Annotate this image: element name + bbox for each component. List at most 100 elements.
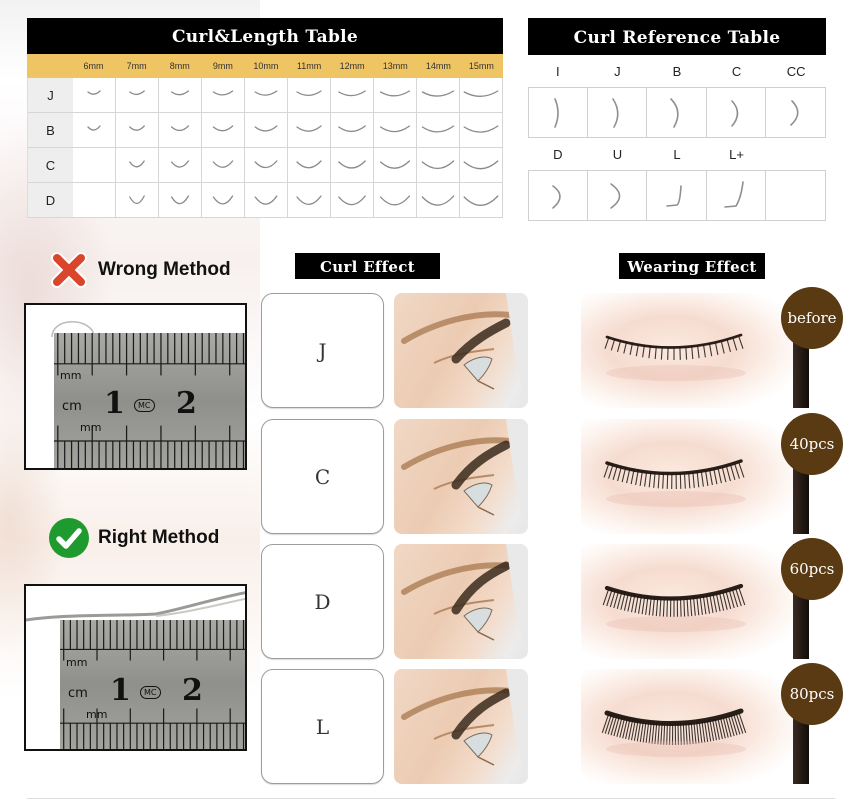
eye-profile-illustration [401, 669, 528, 784]
curl-row-label: C [28, 148, 73, 183]
curl-length-table: Curl&Length Table 6mm 7mm 8mm 9mm 10mm 1… [27, 18, 503, 218]
lash-curve-icon [212, 195, 234, 205]
side-eye-photo [394, 293, 528, 408]
curl-reference-table: Curl Reference Table I J B C CC D U L L+ [528, 18, 826, 221]
closed-eye-photo [581, 669, 809, 784]
curl-label: J [614, 63, 621, 79]
lash-curve-icon [421, 125, 455, 133]
curl-length-table-title: Curl&Length Table [27, 18, 503, 54]
curl-reference-labels-row-2: D U L L+ [528, 138, 826, 170]
l-curl-icon [666, 184, 683, 207]
length-header: 9mm [212, 61, 233, 71]
ruler: mm cm 1 MC 2 mm [54, 333, 245, 468]
curl-row-label: B [28, 113, 73, 148]
l-plus-curl-icon [723, 180, 744, 208]
side-eye-photo [394, 669, 528, 784]
curl-length-cell [417, 148, 460, 183]
curl-length-cell [116, 78, 159, 113]
hair-strip [793, 419, 809, 534]
curl-length-cell [159, 148, 202, 183]
ruler-cm-label: cm [62, 399, 82, 414]
ruler-number-1: 1 [104, 386, 125, 421]
curl-length-cell [331, 113, 374, 148]
closed-eye-photo [581, 293, 809, 408]
ruler-mm-label-bottom: mm [80, 421, 102, 434]
lash-curve-icon [129, 160, 145, 168]
curl-length-cell [159, 78, 202, 113]
right-method-label: Right Method [98, 527, 220, 548]
wearing-effect-row: 80pcs [581, 663, 843, 784]
curl-length-cell [331, 78, 374, 113]
curl-length-cell [374, 78, 417, 113]
curl-length-cell [116, 148, 159, 183]
curl-length-cell [245, 183, 288, 218]
lash-curve-icon [170, 90, 190, 96]
curl-label: C [731, 63, 742, 79]
curl-label: U [612, 146, 623, 162]
wearing-effect-row: before [581, 287, 843, 408]
lash-count-badge: before [781, 287, 843, 349]
j-curl-icon [612, 97, 619, 128]
eye-profile-illustration [401, 419, 528, 534]
curl-length-cell [116, 113, 159, 148]
curl-length-cell [331, 183, 374, 218]
hair-strip [793, 669, 809, 784]
cc-curl-icon [790, 99, 799, 126]
curl-length-cell [460, 183, 503, 218]
lash-curve-icon [129, 195, 145, 205]
lash-curve-icon [254, 160, 278, 169]
curl-effect-row: J [261, 293, 528, 408]
i-curl-icon [554, 97, 559, 128]
lash-curve-icon [170, 160, 190, 168]
lash-curve-icon [421, 90, 455, 97]
green-check-icon [48, 517, 90, 559]
lash-curve-icon [296, 90, 322, 96]
lash-curve-icon [254, 90, 278, 96]
lash-curve-icon [379, 90, 411, 97]
corner-cell [27, 54, 72, 78]
c-curl-icon [730, 99, 738, 127]
curl-type-label: L [261, 669, 384, 784]
lash-curve-icon [296, 125, 322, 132]
lash-curve-icon [212, 160, 234, 168]
curl-reference-box [529, 171, 589, 220]
curl-label: D [553, 146, 563, 162]
ruler-mc-mark: MC [134, 399, 155, 412]
ruler-cm-label: cm [68, 686, 88, 701]
length-header: 13mm [382, 61, 408, 71]
wearing-effect-row: 60pcs [581, 538, 843, 659]
curl-length-cell [245, 113, 288, 148]
lash-curve-icon [379, 125, 411, 133]
ruler-number-2: 2 [182, 673, 203, 708]
wearing-effect-row: 40pcs [581, 413, 843, 534]
curl-length-cell [417, 113, 460, 148]
hair-strip [793, 293, 809, 408]
wrong-method-label: Wrong Method [98, 259, 231, 280]
lash-curve-icon [87, 125, 101, 131]
side-eye-photo [394, 544, 528, 659]
curl-length-cell [245, 78, 288, 113]
curl-length-cell [460, 148, 503, 183]
curl-reference-box [766, 88, 825, 137]
length-header: 6mm [83, 61, 104, 71]
lash-curve-icon [463, 90, 499, 97]
lash-illustration [602, 583, 746, 632]
curl-reference-box [647, 88, 707, 137]
lash-count-badge: 40pcs [781, 413, 843, 475]
curl-effect-title: Curl Effect [295, 253, 440, 279]
curl-length-cell [460, 113, 503, 148]
curl-label: B [672, 63, 682, 79]
curl-reference-labels-row-1: I J B C CC [528, 55, 826, 87]
ruler-number-1: 1 [110, 673, 131, 708]
curl-length-cell [288, 78, 331, 113]
lash-curve-icon [379, 160, 411, 169]
curl-length-cell [202, 183, 245, 218]
lash-curve-icon [212, 125, 234, 132]
length-header: 15mm [468, 61, 494, 71]
lash-curve-icon [296, 195, 322, 205]
curl-reference-box [588, 88, 648, 137]
lash-curve-icon [338, 195, 366, 206]
lash-illustration [604, 333, 746, 381]
lash-curve-icon [129, 125, 145, 131]
ruler-mm-label-bottom: mm [86, 708, 108, 721]
